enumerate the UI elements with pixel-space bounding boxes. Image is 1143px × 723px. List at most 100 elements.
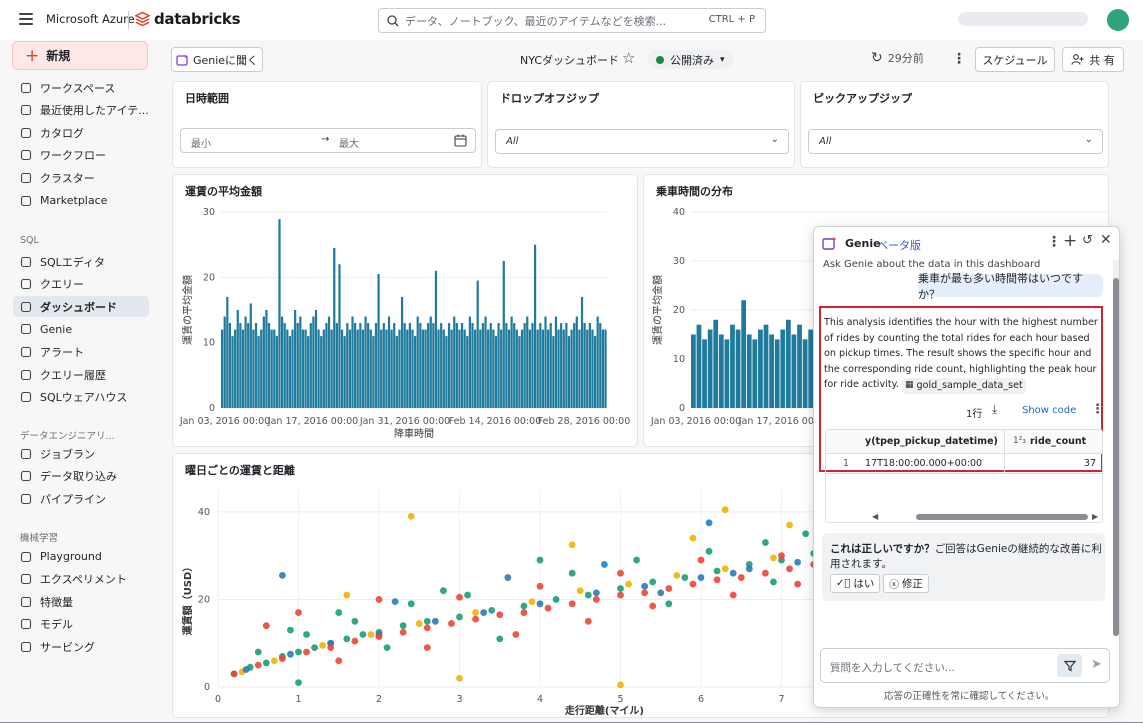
scatter-point	[295, 648, 302, 656]
bar	[309, 323, 312, 408]
bar	[348, 329, 352, 408]
new-button[interactable]: + 新規	[12, 41, 148, 70]
bar	[234, 329, 237, 408]
bar	[408, 323, 412, 408]
users-icon	[1071, 54, 1084, 65]
bar	[239, 323, 242, 408]
scatter-point	[343, 635, 351, 643]
bar	[364, 316, 367, 408]
bar	[735, 329, 741, 408]
vertical-scrollbar[interactable]	[1113, 260, 1119, 636]
answer-more-icon[interactable]: ⋮	[1091, 402, 1104, 417]
history-icon[interactable]: ↺	[1082, 233, 1093, 248]
download-icon[interactable]: ⤓	[992, 402, 997, 417]
dataset-chip[interactable]: ▦ gold_sample_data_set	[902, 378, 1026, 394]
yes-button[interactable]: ✓⃝ はい	[830, 574, 881, 593]
x-tick-label: 0	[215, 694, 221, 705]
sidebar-item[interactable]: Playground	[13, 546, 149, 567]
sidebar-item[interactable]: クエリー履歴	[13, 364, 149, 385]
scatter-point	[721, 506, 729, 514]
share-button[interactable]: 共 有	[1062, 47, 1124, 72]
x-tick-label: 5	[617, 694, 623, 705]
horizontal-scrollbar[interactable]	[916, 514, 1088, 520]
ask-genie-label: Genieに聞く	[192, 53, 259, 67]
catalog-icon	[20, 127, 32, 138]
sidebar: + 新規 ワークスペース 最近使用したアイテ... カタログ ワークフロー クラスター Ma…	[0, 40, 157, 722]
close-icon[interactable]: ✕	[1100, 232, 1112, 248]
sidebar-item[interactable]: SQLエディタ	[13, 251, 149, 272]
scatter-point	[343, 591, 351, 599]
schedule-button[interactable]: スケジュール	[975, 47, 1055, 72]
scatter-point	[295, 679, 302, 687]
menu-icon[interactable]	[19, 13, 33, 25]
question-input[interactable]: 質問を入力してください... ➤	[820, 648, 1110, 683]
scatter-point	[230, 670, 238, 678]
date-range-input[interactable]: 最小 → 最大	[180, 128, 476, 153]
bar	[343, 336, 346, 408]
sql-section-label: SQL	[20, 235, 39, 246]
column-header[interactable]: y(tpep_pickup_datetime)	[865, 436, 998, 447]
sidebar-item[interactable]: ジョブラン	[13, 443, 149, 464]
sidebar-item[interactable]: カタログ	[13, 122, 149, 143]
column-header[interactable]: ride_count	[1030, 436, 1086, 447]
scatter-point	[681, 574, 689, 581]
bar	[403, 323, 406, 408]
sidebar-item[interactable]: モデル	[13, 614, 149, 635]
search-input[interactable]: データ、ノートブック、最近のアイテムなどを検索... CTRL + P	[378, 8, 766, 33]
new-chat-icon[interactable]: +	[1063, 231, 1077, 251]
brand-label: Microsoft Azure	[46, 12, 135, 26]
scatter-point	[536, 556, 544, 564]
pickup-zip-select[interactable]: All ⌄	[808, 129, 1103, 154]
sidebar-item[interactable]: クラスター	[13, 167, 149, 188]
more-menu-icon[interactable]: ⋮	[1047, 234, 1061, 250]
bar	[340, 329, 344, 408]
send-icon[interactable]: ➤	[1091, 657, 1102, 672]
ask-genie-button[interactable]: Genieに聞く	[171, 47, 263, 72]
publish-status-dropdown[interactable]: 公開済み ▾	[648, 50, 733, 69]
more-menu-icon[interactable]: ⋮	[952, 51, 966, 67]
fix-button[interactable]: ⓧ 修正	[883, 574, 929, 593]
filter-button[interactable]	[1057, 654, 1082, 677]
sidebar-item[interactable]: SQLウェアハウス	[13, 387, 149, 408]
scatter-point	[617, 585, 624, 592]
sidebar-item[interactable]: 特徴量	[13, 591, 149, 612]
scatter-point	[359, 631, 367, 638]
sidebar-item[interactable]: データ取り込み	[13, 466, 149, 487]
dropoff-zip-select[interactable]: All ⌄	[495, 129, 789, 154]
scatter-point	[303, 631, 310, 638]
bar	[591, 329, 594, 408]
bar	[325, 323, 328, 408]
bar	[346, 323, 349, 408]
sidebar-item[interactable]: クエリー	[13, 274, 149, 295]
de-section-label: データエンジニアリ...	[20, 431, 115, 442]
scatter-point	[423, 624, 431, 632]
avatar[interactable]	[1107, 9, 1129, 31]
sidebar-item[interactable]: ダッシュボード	[13, 296, 149, 318]
scatter-point	[242, 666, 250, 673]
sidebar-item[interactable]: 最近使用したアイテ...	[13, 100, 149, 121]
scatter-point	[351, 617, 359, 625]
bar	[505, 323, 508, 408]
sidebar-item[interactable]: アラート	[13, 341, 149, 362]
sidebar-item[interactable]: サービング	[13, 636, 149, 657]
show-code-link[interactable]: Show code	[1022, 405, 1076, 416]
sidebar-item[interactable]: エクスペリメント	[13, 569, 149, 590]
sidebar-item[interactable]: Marketplace	[13, 190, 149, 211]
ingest-icon	[20, 471, 32, 482]
scroll-right-icon[interactable]: ▶	[1092, 512, 1098, 521]
sidebar-item[interactable]: Genie	[13, 319, 149, 340]
sidebar-item[interactable]: パイプライン	[13, 488, 149, 509]
scroll-left-icon[interactable]: ◀	[872, 512, 878, 521]
workspace-selector[interactable]	[958, 12, 1088, 26]
user-message: 乗車が最も多い時間帯はいつですか？	[918, 272, 1103, 301]
sidebar-item[interactable]: ワークスペース	[13, 77, 149, 98]
scatter-point	[423, 617, 431, 625]
scatter-point	[472, 615, 479, 623]
bar	[565, 323, 568, 408]
refresh-button[interactable]: ↻ 29分前	[871, 50, 924, 66]
calendar-icon[interactable]	[454, 134, 467, 147]
playground-icon	[20, 551, 32, 562]
sidebar-item[interactable]: ワークフロー	[13, 145, 149, 166]
star-icon[interactable]: ☆	[622, 49, 635, 67]
bar	[487, 329, 490, 408]
